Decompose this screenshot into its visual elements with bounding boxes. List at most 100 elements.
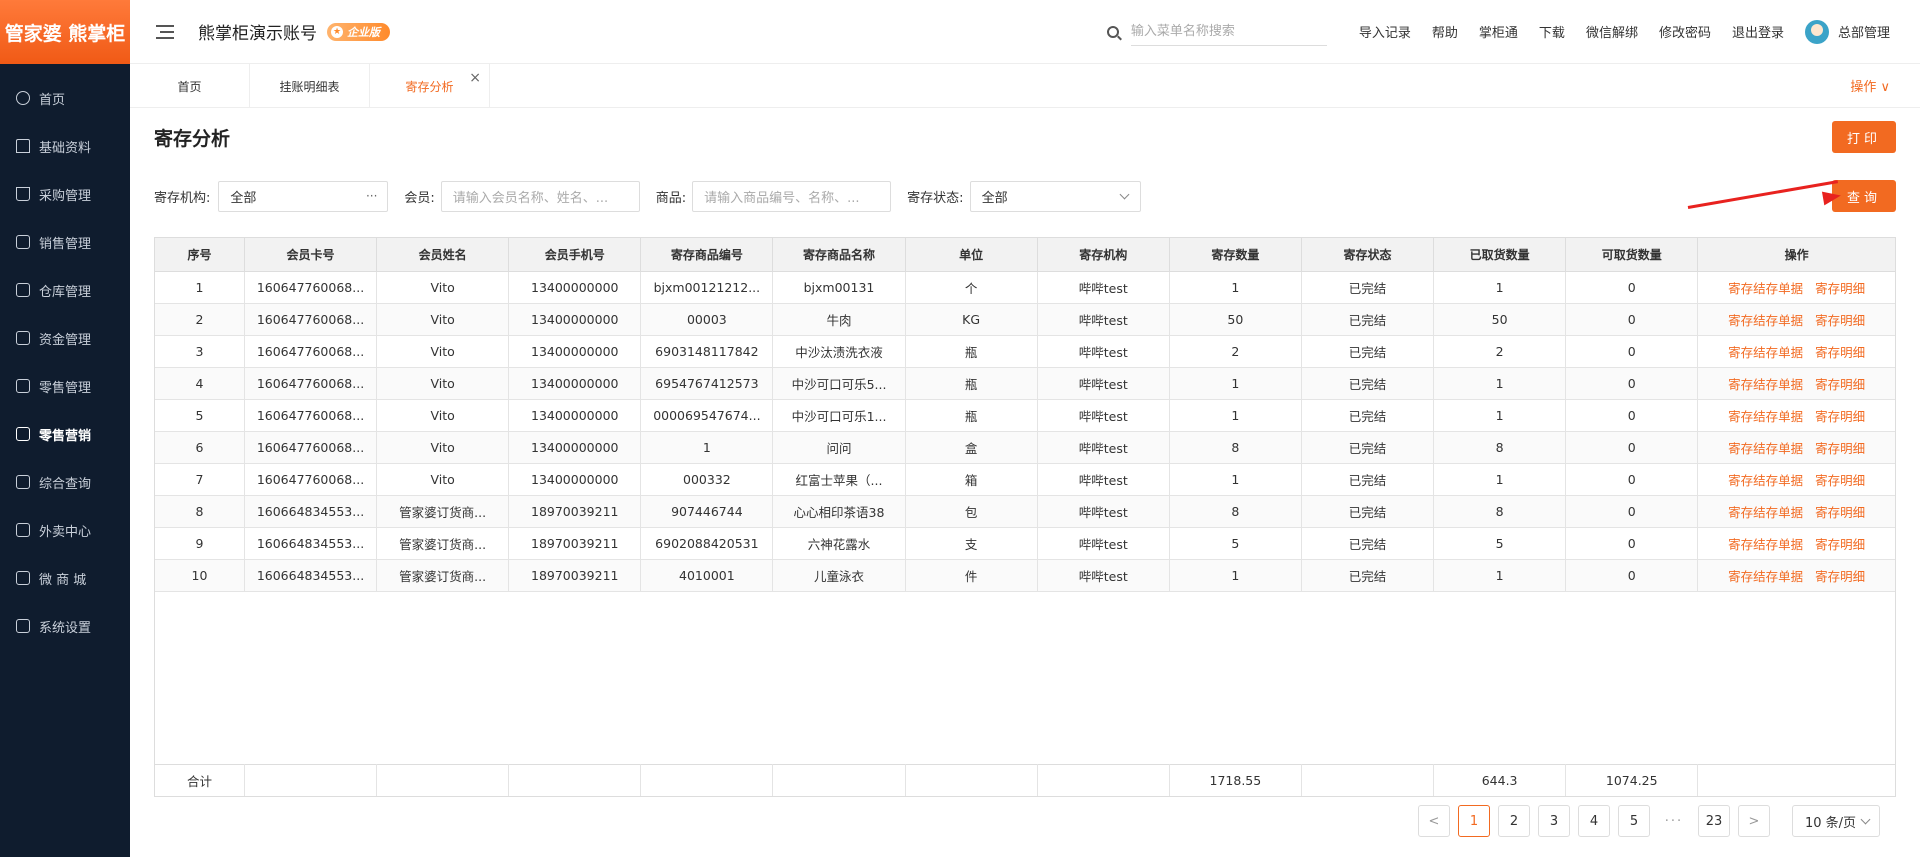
org-filter-label: 寄存机构:: [154, 191, 211, 206]
deposit-balance-doc-link[interactable]: 寄存结存单据: [1728, 345, 1803, 360]
deposit-detail-link[interactable]: 寄存明细: [1815, 281, 1865, 296]
user-menu[interactable]: 总部管理: [1804, 19, 1890, 44]
sidebar-item-9[interactable]: 外卖中心: [0, 506, 130, 554]
deposit-balance-doc-link[interactable]: 寄存结存单据: [1728, 313, 1803, 328]
header-link-3[interactable]: 下载: [1539, 22, 1565, 41]
warehouse-icon: [16, 283, 30, 297]
total-cell: [244, 764, 378, 796]
sidebar-item-0[interactable]: 首页: [0, 74, 130, 122]
sidebar-item-label: 微 商 城: [39, 572, 87, 588]
table-cell: Vito: [376, 399, 510, 432]
tab-2[interactable]: 寄存分析 ×: [370, 64, 490, 108]
deposit-balance-doc-link[interactable]: 寄存结存单据: [1728, 473, 1803, 488]
header-link-4[interactable]: 微信解绑: [1586, 22, 1638, 41]
sidebar-item-3[interactable]: 销售管理: [0, 218, 130, 266]
sidebar-item-6[interactable]: 零售管理: [0, 362, 130, 410]
deposit-detail-link[interactable]: 寄存明细: [1815, 569, 1865, 584]
deposit-detail-link[interactable]: 寄存明细: [1815, 441, 1865, 456]
deposit-balance-doc-link[interactable]: 寄存结存单据: [1728, 281, 1803, 296]
table-cell: 中沙汰渍洗衣液: [772, 335, 906, 368]
pagination: <1 2 3 4 5 ··· 23 >10 条/页: [1410, 805, 1880, 837]
prev-page-button[interactable]: <: [1418, 805, 1450, 837]
page-title: 寄存分析: [154, 128, 231, 150]
page-button-4[interactable]: 4: [1578, 805, 1610, 837]
header-link-1[interactable]: 帮助: [1432, 22, 1458, 41]
tab-0[interactable]: 首页: [130, 64, 250, 108]
sidebar: 管家婆 熊掌柜 首页 基础资料 采购管理 销售管理 仓库管理 资金管理 零售管理 零售营销 综合…: [0, 0, 130, 857]
header-link-5[interactable]: 修改密码: [1659, 22, 1711, 41]
page-button-1[interactable]: 1: [1458, 805, 1490, 837]
sidebar-item-2[interactable]: 采购管理: [0, 170, 130, 218]
deposit-detail-link[interactable]: 寄存明细: [1815, 473, 1865, 488]
header-link-2[interactable]: 掌柜通: [1479, 22, 1518, 41]
menu-toggle-icon[interactable]: [156, 24, 174, 39]
tab-1[interactable]: 挂账明细表: [250, 64, 370, 108]
sidebar-item-1[interactable]: 基础资料: [0, 122, 130, 170]
sidebar-item-label: 外卖中心: [39, 524, 92, 540]
table-cell: 13400000000: [508, 271, 642, 304]
header-links: 导入记录 帮助 掌柜通 下载 微信解绑 修改密码 退出登录: [1359, 22, 1805, 41]
menu-search-input[interactable]: [1130, 17, 1327, 46]
close-icon[interactable]: ×: [469, 70, 481, 86]
row-operations: 寄存结存单据 寄存明细: [1697, 367, 1895, 400]
table-cell: 3: [155, 335, 245, 368]
deposit-detail-link[interactable]: 寄存明细: [1815, 345, 1865, 360]
table-cell: 已完结: [1301, 303, 1435, 336]
column-header: 寄存商品名称: [772, 238, 906, 272]
sidebar-item-11[interactable]: 系统设置: [0, 602, 130, 650]
deposit-balance-doc-link[interactable]: 寄存结存单据: [1728, 569, 1803, 584]
search-icon[interactable]: [1106, 25, 1119, 38]
table-cell: 7: [155, 463, 245, 496]
tab-operations-dropdown[interactable]: 操作 ∨: [1850, 76, 1890, 95]
print-button[interactable]: 打印: [1832, 121, 1896, 153]
deposit-detail-link[interactable]: 寄存明细: [1815, 313, 1865, 328]
total-cell: [772, 764, 906, 796]
table-row: 8 160664834553... 管家婆订货商... 18970039211 9074…: [155, 495, 1895, 528]
deposit-balance-doc-link[interactable]: 寄存结存单据: [1728, 409, 1803, 424]
member-filter-input[interactable]: 请输入会员名称、姓名、...: [440, 181, 640, 212]
column-header: 可取货数量: [1565, 238, 1699, 272]
deposit-balance-doc-link[interactable]: 寄存结存单据: [1728, 441, 1803, 456]
deposit-detail-link[interactable]: 寄存明细: [1815, 537, 1865, 552]
deposit-detail-link[interactable]: 寄存明细: [1815, 377, 1865, 392]
deposit-balance-doc-link[interactable]: 寄存结存单据: [1728, 537, 1803, 552]
avatar[interactable]: [1804, 19, 1829, 44]
page-button-5[interactable]: 5: [1618, 805, 1650, 837]
table-cell: 件: [905, 559, 1038, 592]
deposit-detail-link[interactable]: 寄存明细: [1815, 505, 1865, 520]
deposit-detail-link[interactable]: 寄存明细: [1815, 409, 1865, 424]
sidebar-item-label: 资金管理: [39, 332, 92, 348]
sidebar-item-4[interactable]: 仓库管理: [0, 266, 130, 314]
deposit-balance-doc-link[interactable]: 寄存结存单据: [1728, 505, 1803, 520]
page-button-2[interactable]: 2: [1498, 805, 1530, 837]
delivery-icon: [16, 523, 30, 537]
table-cell: 盒: [905, 431, 1038, 464]
table-cell: 160647760068...: [244, 335, 378, 368]
query-button[interactable]: 查询: [1832, 180, 1896, 212]
deposit-table-grid: 序号 会员卡号 会员姓名 会员手机号 寄存商品编号 寄存商品名称 单位 寄存机构 寄存数量 寄存状…: [155, 238, 1895, 592]
page-button-3[interactable]: 3: [1538, 805, 1570, 837]
header-link-6[interactable]: 退出登录: [1732, 22, 1784, 41]
more-pages-icon[interactable]: ···: [1658, 814, 1690, 829]
goods-filter-input[interactable]: 请输入商品编号、名称、...: [692, 181, 892, 212]
status-filter-select[interactable]: 全部: [969, 181, 1141, 212]
user-name[interactable]: 总部管理: [1838, 22, 1890, 41]
next-page-button[interactable]: >: [1738, 805, 1770, 837]
table-cell: 1: [1433, 271, 1567, 304]
table-cell: 心心相印茶语38: [772, 495, 906, 528]
table-cell: 5: [1169, 527, 1302, 560]
last-page-button[interactable]: 23: [1698, 805, 1730, 837]
table-cell: 已完结: [1301, 559, 1435, 592]
sidebar-item-8[interactable]: 综合查询: [0, 458, 130, 506]
org-filter-select[interactable]: 全部 ···: [218, 181, 389, 212]
more-icon[interactable]: ···: [366, 189, 377, 203]
deposit-balance-doc-link[interactable]: 寄存结存单据: [1728, 377, 1803, 392]
sidebar-item-7[interactable]: 零售营销: [0, 410, 130, 458]
sidebar-item-5[interactable]: 资金管理: [0, 314, 130, 362]
header-link-0[interactable]: 导入记录: [1359, 22, 1411, 41]
table-cell: 160647760068...: [244, 399, 378, 432]
page-size-select[interactable]: 10 条/页: [1792, 805, 1880, 837]
sales-icon: [16, 235, 30, 249]
table-cell: 0: [1565, 527, 1699, 560]
sidebar-item-10[interactable]: 微 商 城: [0, 554, 130, 602]
